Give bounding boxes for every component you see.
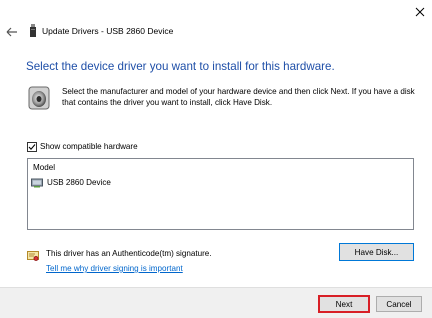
show-compatible-checkbox[interactable] bbox=[27, 142, 37, 152]
show-compatible-label[interactable]: Show compatible hardware bbox=[40, 142, 138, 152]
next-button[interactable]: Next bbox=[318, 295, 370, 313]
certificate-icon bbox=[27, 249, 39, 261]
back-button[interactable] bbox=[6, 25, 18, 37]
cancel-button[interactable]: Cancel bbox=[376, 296, 422, 312]
speaker-icon bbox=[28, 86, 50, 110]
close-icon bbox=[415, 7, 425, 17]
list-item-label: USB 2860 Device bbox=[47, 178, 111, 187]
list-item[interactable]: USB 2860 Device bbox=[31, 176, 113, 189]
checkmark-icon bbox=[28, 144, 36, 151]
page-heading: Select the device driver you want to ins… bbox=[26, 60, 335, 73]
page-description: Select the manufacturer and model of you… bbox=[62, 87, 415, 107]
window-title: Update Drivers - USB 2860 Device bbox=[42, 26, 174, 36]
hardware-icon bbox=[31, 178, 43, 187]
model-listbox[interactable]: Model USB 2860 Device bbox=[27, 158, 414, 230]
model-column-header: Model bbox=[33, 163, 56, 172]
driver-signing-link[interactable]: Tell me why driver signing is important bbox=[46, 264, 183, 274]
have-disk-button[interactable]: Have Disk... bbox=[339, 243, 414, 261]
back-arrow-icon bbox=[6, 27, 17, 37]
close-button[interactable] bbox=[413, 5, 427, 19]
signature-text: This driver has an Authenticode(tm) sign… bbox=[46, 249, 212, 258]
device-icon bbox=[27, 24, 39, 38]
